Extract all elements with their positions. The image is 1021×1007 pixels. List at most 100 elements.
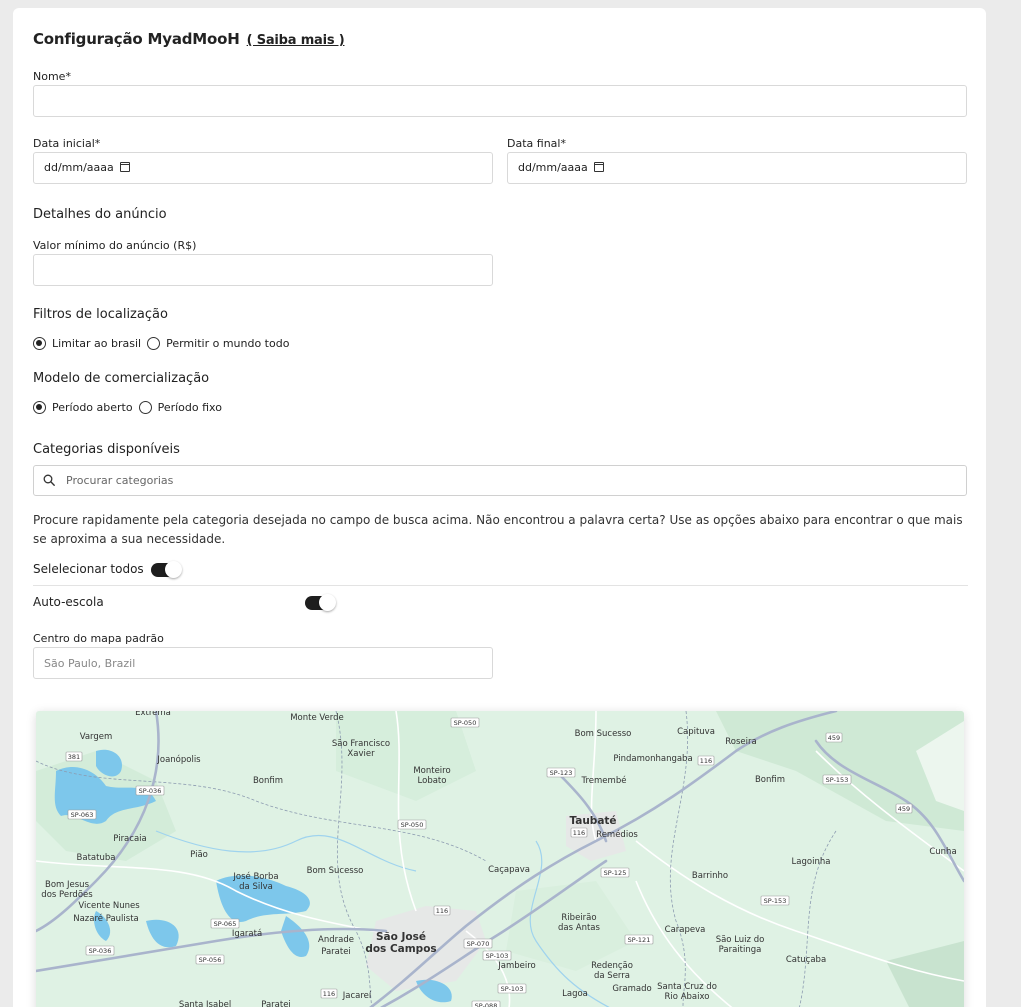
route-shield: 116 (697, 755, 715, 766)
svg-text:SP-065: SP-065 (214, 920, 237, 928)
svg-text:SP-121: SP-121 (628, 936, 651, 944)
radio-limit-brazil[interactable] (33, 337, 46, 350)
map-place-label: São Luiz do (716, 935, 765, 945)
svg-text:SP-153: SP-153 (826, 776, 849, 784)
learn-more-link[interactable]: ( Saiba mais ) (247, 33, 345, 48)
map-place-label: Cunha (929, 847, 956, 857)
min-value-label: Valor mínimo do anúncio (R$) (33, 239, 197, 252)
calendar-icon[interactable] (119, 162, 130, 172)
map-place-label: da Serra (594, 971, 630, 981)
category-label-auto-escola: Auto-escola (33, 595, 104, 609)
route-shield: 116 (433, 905, 451, 916)
route-shield: SP-123 (546, 767, 576, 778)
map-place-label: Santa Cruz do (657, 982, 717, 992)
map-place-label: Santa Isabel (179, 1000, 231, 1007)
svg-text:SP-125: SP-125 (604, 869, 627, 877)
radio-fixed-period[interactable] (138, 401, 152, 414)
map-place-label: Bom Sucesso (575, 729, 632, 739)
toggle-knob (319, 594, 336, 611)
page-title: Configuração MyadMooH ( Saiba mais ) (33, 30, 345, 48)
map-place-label: da Silva (239, 882, 273, 892)
location-filters-heading: Filtros de localização (33, 307, 168, 322)
category-help-text: Procure rapidamente pela categoria desej… (33, 513, 963, 546)
commercial-radio-group: Período aberto Período fixo (33, 401, 228, 414)
ad-details-heading: Detalhes do anúncio (33, 207, 167, 222)
map-center-input[interactable]: São Paulo, Brazil (33, 647, 493, 679)
map-place-label: Vicente Nunes (78, 901, 140, 911)
categories-heading: Categorias disponíveis (33, 442, 180, 457)
svg-text:459: 459 (898, 805, 910, 813)
svg-text:381: 381 (68, 753, 80, 761)
route-shield: 459 (825, 732, 843, 743)
map-place-label: Xavier (347, 749, 375, 759)
route-shield: SP-088 (471, 1000, 501, 1007)
category-toggle-auto-escola[interactable] (305, 594, 336, 611)
divider (33, 585, 968, 586)
start-date-input[interactable]: dd/mm/aaaa (33, 152, 493, 184)
map-place-label: São Francisco (332, 739, 390, 749)
min-value-input[interactable] (33, 254, 493, 286)
map-place-label: Lagoinha (792, 857, 831, 867)
map-place-label: Bonfim (253, 776, 283, 786)
route-shield: SP-050 (450, 717, 480, 728)
svg-text:116: 116 (323, 990, 335, 998)
svg-text:SP-050: SP-050 (401, 821, 424, 829)
map-place-label: Barrinho (692, 871, 728, 881)
commercial-model-heading: Modelo de comercialização (33, 371, 210, 386)
map-place-label: Pindamonhangaba (613, 754, 692, 764)
end-date-input[interactable]: dd/mm/aaaa (507, 152, 967, 184)
map-place-label: Igaratá (232, 929, 262, 939)
start-date-value: dd/mm/aaaa (44, 161, 114, 174)
map-center-placeholder: São Paulo, Brazil (44, 657, 136, 670)
map-place-label: Bom Jesus (45, 880, 90, 890)
route-shield: SP-056 (195, 954, 225, 965)
map-place-label: Caçapava (488, 865, 530, 875)
svg-text:SP-056: SP-056 (199, 956, 222, 964)
svg-text:SP-050: SP-050 (454, 719, 477, 727)
end-date-value: dd/mm/aaaa (518, 161, 588, 174)
radio-label-allow-world: Permitir o mundo todo (166, 337, 290, 350)
route-shield: 381 (65, 751, 83, 762)
select-all-toggle[interactable] (151, 561, 182, 578)
svg-text:SP-153: SP-153 (764, 897, 787, 905)
map-place-label: Vargem (80, 732, 113, 742)
route-shield: 116 (320, 988, 338, 999)
svg-text:SP-036: SP-036 (139, 787, 162, 795)
map-place-label: Batatuba (77, 853, 116, 863)
settings-card: Configuração MyadMooH ( Saiba mais ) Nom… (13, 8, 986, 1007)
route-shield: 459 (895, 803, 913, 814)
radio-open-period[interactable] (33, 401, 46, 414)
route-shield: SP-103 (482, 950, 512, 961)
map-place-label: Monte Verde (290, 713, 344, 723)
route-shield: SP-070 (463, 938, 493, 949)
route-shield: SP-036 (135, 785, 165, 796)
location-radio-group: Limitar ao brasil Permitir o mundo todo (33, 337, 295, 350)
map-place-label: Ribeirão (561, 913, 596, 923)
map-place-label: dos Campos (365, 943, 436, 955)
svg-text:SP-063: SP-063 (71, 811, 94, 819)
route-shield: 116 (570, 827, 588, 838)
route-shield: SP-063 (67, 809, 97, 820)
map-view[interactable]: Extrema Monte Verde Vargem Joanópolis Sã… (36, 711, 964, 1007)
name-input[interactable] (33, 85, 967, 117)
svg-text:116: 116 (573, 829, 585, 837)
radio-allow-world[interactable] (147, 337, 161, 350)
radio-label-open-period: Período aberto (52, 401, 133, 414)
search-icon (43, 474, 55, 486)
map-place-label: Piracaia (113, 834, 146, 844)
route-shield: SP-153 (760, 895, 790, 906)
map-place-label: São José (376, 931, 426, 943)
map-place-label: Tremembé (581, 775, 627, 786)
map-place-label: Redenção (591, 961, 633, 971)
svg-text:116: 116 (700, 757, 712, 765)
svg-text:SP-088: SP-088 (475, 1002, 498, 1007)
svg-text:SP-103: SP-103 (501, 985, 524, 993)
category-search-input[interactable]: Procurar categorias (33, 465, 967, 496)
radio-label-limit-brazil: Limitar ao brasil (52, 337, 142, 350)
route-shield: SP-065 (210, 918, 240, 929)
name-label: Nome* (33, 70, 71, 83)
map-place-label: Nazaré Paulista (73, 913, 139, 924)
calendar-icon[interactable] (593, 162, 604, 172)
map-place-label: Catuçaba (786, 955, 826, 965)
map-place-label: Gramado (612, 984, 651, 994)
